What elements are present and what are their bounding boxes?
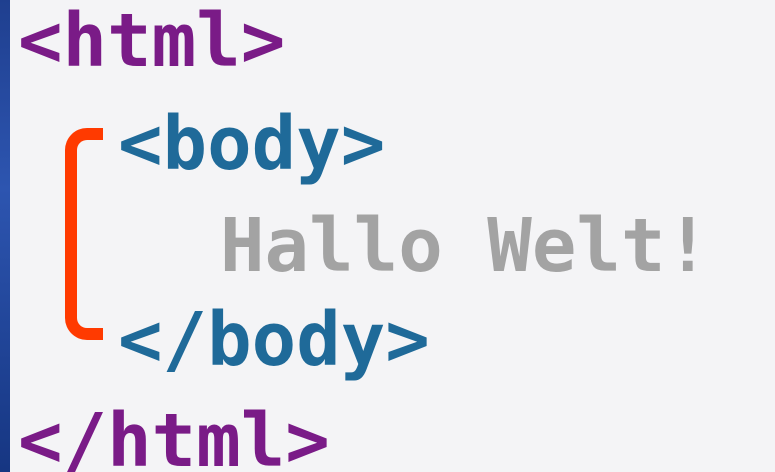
nesting-bracket-icon: [65, 128, 103, 340]
code-slide: <html> <body> Hallo Welt! </body> </html…: [0, 0, 775, 472]
html-close-tag: </html>: [18, 398, 330, 472]
slide-edge-decoration: [0, 0, 10, 472]
body-close-tag: </body>: [118, 297, 430, 383]
body-text-content: Hallo Welt!: [220, 203, 711, 289]
body-open-tag: <body>: [118, 101, 386, 187]
html-open-tag: <html>: [18, 0, 286, 84]
